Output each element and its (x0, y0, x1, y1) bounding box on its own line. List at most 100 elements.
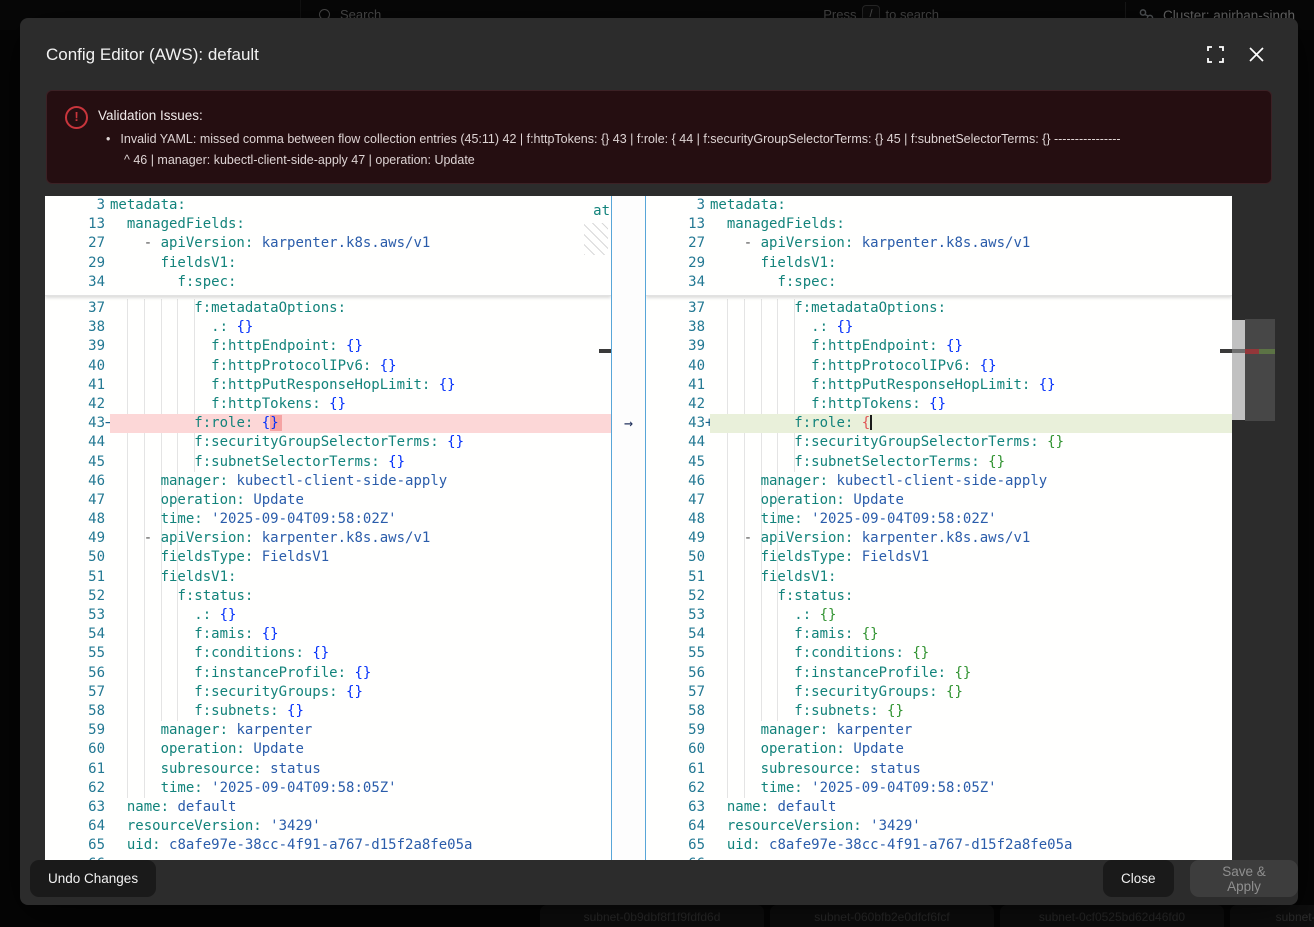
code-line: 65 uid: c8afe97e-38cc-4f91-a767-d15f2a8f… (646, 836, 1232, 855)
code-line: 64 resourceVersion: '3429' (45, 817, 611, 836)
code-line: 58 f:subnets: {} (646, 702, 1232, 721)
save-apply-button[interactable]: Save & Apply (1190, 860, 1298, 897)
code-text: f:subnetSelectorTerms: {} (110, 453, 611, 472)
code-text: f:httpPutResponseHopLimit: {} (710, 376, 1232, 395)
code-text: - apiVersion: karpenter.k8s.aws/v1 (110, 529, 611, 548)
code-line: 50 fieldsType: FieldsV1 (45, 548, 611, 567)
validation-heading: Validation Issues: (98, 108, 203, 123)
line-number: 51 (646, 568, 705, 587)
fullscreen-icon (1207, 46, 1224, 63)
line-number: 61 (646, 760, 705, 779)
line-number: 3 (646, 196, 705, 215)
close-button[interactable]: Close (1103, 860, 1174, 897)
close-dialog-button[interactable] (1245, 43, 1267, 65)
code-line: 43− f:role: {} (45, 414, 611, 433)
line-number: 40 (45, 357, 105, 376)
code-text: f:status: (110, 587, 611, 606)
line-number: 42 (646, 395, 705, 414)
code-text: managedFields: (710, 215, 1232, 234)
code-line: 61 subresource: status (45, 760, 611, 779)
code-line: 49 - apiVersion: karpenter.k8s.aws/v1 (45, 529, 611, 548)
code-text: .: {} (110, 606, 611, 625)
line-number: 13 (646, 215, 705, 234)
overview-added-mark (1259, 349, 1275, 354)
line-number: 45 (646, 453, 705, 472)
line-number: 63 (45, 798, 105, 817)
diff-gutter-strip: → (611, 196, 646, 860)
line-number: 52 (646, 587, 705, 606)
line-number: 56 (646, 664, 705, 683)
scroll-decoration (599, 349, 611, 353)
undo-changes-button[interactable]: Undo Changes (30, 860, 156, 897)
line-number: 59 (45, 721, 105, 740)
code-line: 55 f:conditions: {} (45, 644, 611, 663)
overview-viewport (1245, 319, 1275, 421)
sticky-line: 3metadata: (646, 196, 1232, 215)
sticky-line: 29 fieldsV1: (45, 254, 611, 273)
line-number: 39 (646, 337, 705, 356)
code-text: time: '2025-09-04T09:58:05Z' (110, 779, 611, 798)
code-line: 37 f:metadataOptions: (646, 299, 1232, 318)
diff-modified-pane[interactable]: 37 f:metadataOptions:38 .: {}39 f:httpEn… (646, 196, 1232, 860)
code-line: 51 fieldsV1: (646, 568, 1232, 587)
code-text: fieldsV1: (110, 568, 611, 587)
code-text: manager: karpenter (110, 721, 611, 740)
line-number: 34 (646, 273, 705, 292)
line-number: 57 (646, 683, 705, 702)
code-text: f:amis: {} (710, 625, 1232, 644)
code-text: fieldsV1: (710, 254, 1232, 273)
line-number: 46 (45, 472, 105, 491)
code-text: f:securityGroups: {} (710, 683, 1232, 702)
code-text: f:spec: (710, 273, 1232, 292)
scrollbar-diff-mark (1232, 349, 1245, 353)
code-text: time: '2025-09-04T09:58:05Z' (710, 779, 1232, 798)
sticky-line: 34 f:spec: (45, 273, 611, 292)
code-line: 63 name: default (646, 798, 1232, 817)
code-text: .: {} (710, 318, 1232, 337)
code-text: manager: karpenter (710, 721, 1232, 740)
line-number: 13 (45, 215, 105, 234)
code-line: 49 - apiVersion: karpenter.k8s.aws/v1 (646, 529, 1232, 548)
code-line: 66spec: (646, 855, 1232, 860)
sticky-line: 13 managedFields: (45, 215, 611, 234)
overview-ruler (1232, 196, 1280, 860)
fullscreen-button[interactable] (1204, 43, 1226, 65)
code-line: 62 time: '2025-09-04T09:58:05Z' (646, 779, 1232, 798)
line-number: 53 (646, 606, 705, 625)
sticky-line: 13 managedFields: (646, 215, 1232, 234)
code-text: f:httpTokens: {} (110, 395, 611, 414)
code-text: f:role: { (710, 414, 1232, 433)
sticky-line: 34 f:spec: (646, 273, 1232, 292)
code-line: 52 f:status: (646, 587, 1232, 606)
line-number: 47 (45, 491, 105, 510)
diff-original-pane[interactable]: 37 f:metadataOptions:38 .: {}39 f:httpEn… (45, 196, 611, 860)
code-text: f:role: {} (110, 414, 611, 433)
code-text: manager: kubectl-client-side-apply (110, 472, 611, 491)
code-line: 38 .: {} (646, 318, 1232, 337)
line-number: 44 (646, 433, 705, 452)
line-number: 48 (646, 510, 705, 529)
code-text: f:metadataOptions: (710, 299, 1232, 318)
line-number: 54 (45, 625, 105, 644)
code-line: 53 .: {} (45, 606, 611, 625)
scrollbar-slider[interactable] (1232, 320, 1245, 420)
close-icon (1249, 47, 1264, 62)
code-line: 64 resourceVersion: '3429' (646, 817, 1232, 836)
line-number: 62 (646, 779, 705, 798)
code-text: .: {} (110, 318, 611, 337)
line-number: 51 (45, 568, 105, 587)
line-number: 48 (45, 510, 105, 529)
page: Search Press / to search Cluster: anirba… (0, 0, 1314, 927)
code-line: 62 time: '2025-09-04T09:58:05Z' (45, 779, 611, 798)
line-number: 59 (646, 721, 705, 740)
code-text: metadata: (110, 196, 611, 215)
line-number: 49 (45, 529, 105, 548)
line-number: 45 (45, 453, 105, 472)
code-text: f:httpPutResponseHopLimit: {} (110, 376, 611, 395)
code-text: spec: (710, 855, 1232, 860)
line-number: 38 (646, 318, 705, 337)
line-number: 42 (45, 395, 105, 414)
revert-change-arrow[interactable]: → (612, 414, 645, 433)
code-line: 60 operation: Update (646, 740, 1232, 759)
code-text: name: default (710, 798, 1232, 817)
